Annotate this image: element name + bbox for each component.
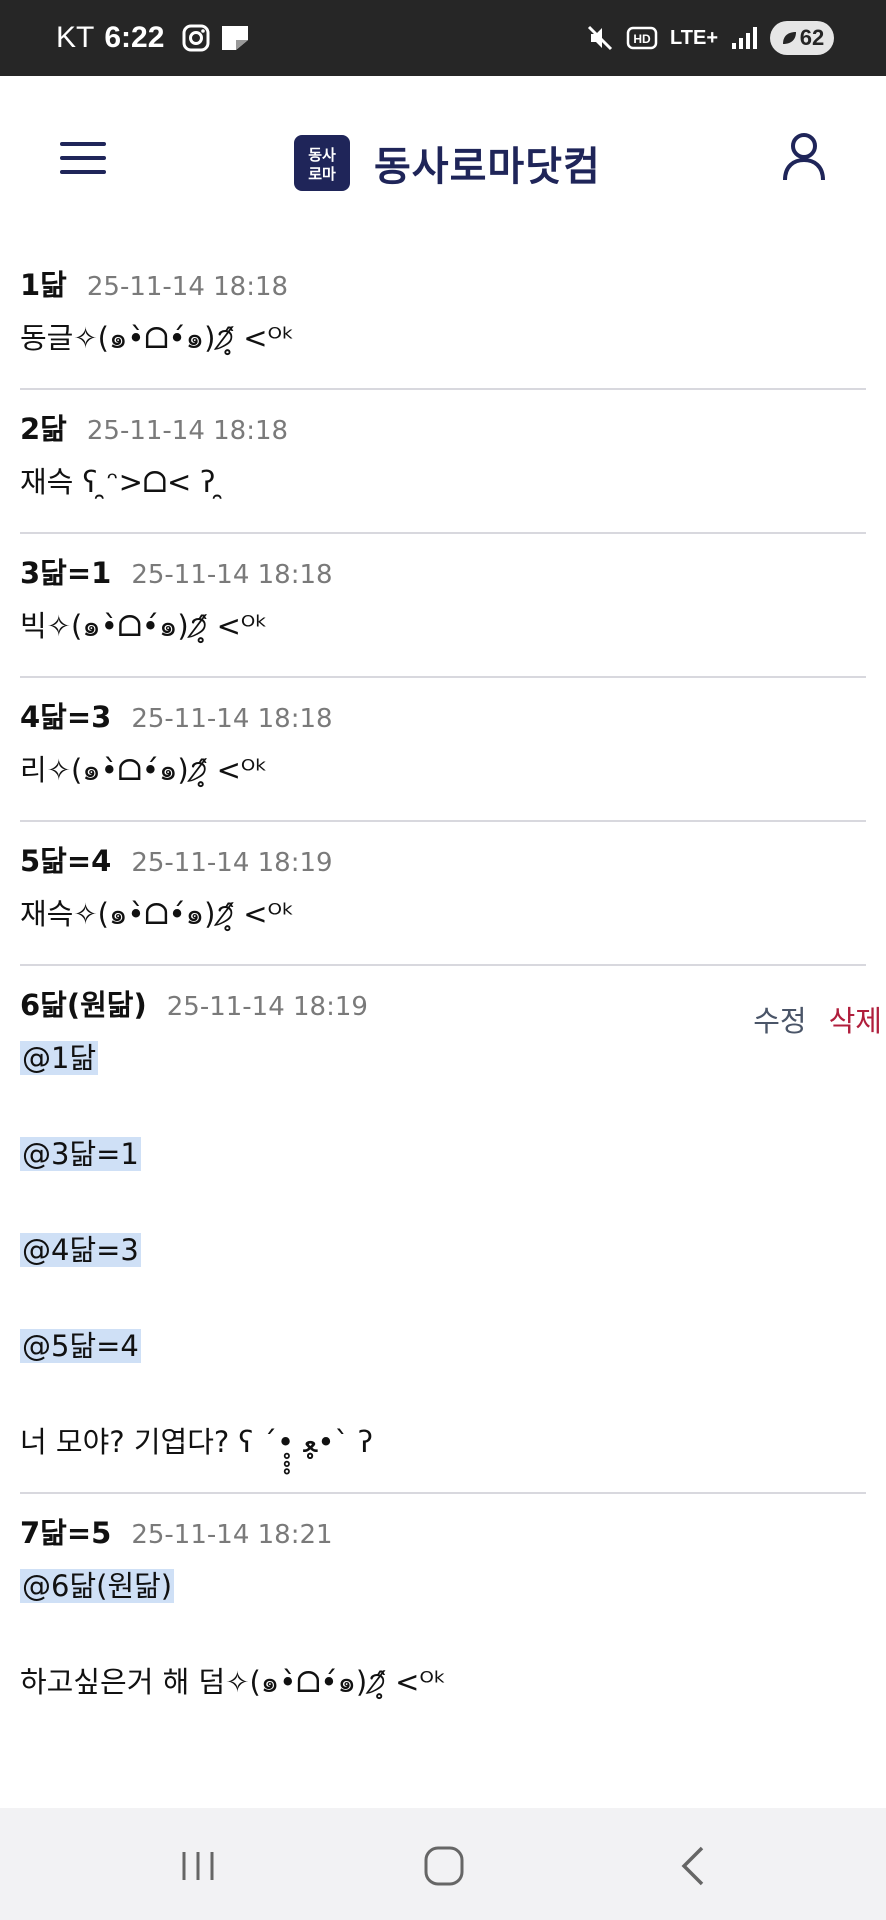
mention-link[interactable]: @5닮=4 [20,1329,141,1363]
comment-item: 2닮 25-11-14 18:18 재슥 ʕ ̯ᵔ>ᗝ< ʔ ̯ [0,390,886,532]
status-left: KT 6:22 [56,0,250,76]
comment-body: 리✧(๑•̀ᗝ•́๑)੭̸̥̂ <ᴼᵏ [20,750,866,820]
edit-button[interactable]: 수정 [753,998,806,1040]
comment-text: 하고싶은거 해 덤✧(๑•̀ᗝ•́๑)੭̸̥̂ <ᴼᵏ [20,1665,447,1699]
app-header: 동사 로마 동사로마닷컴 [0,76,886,246]
home-icon[interactable] [414,1844,474,1888]
mention-link[interactable]: @1닮 [20,1041,99,1075]
mute-icon [586,24,614,52]
brand-home-link[interactable]: 동사 로마 동사로마닷컴 [294,134,601,192]
leaf-icon [782,32,796,44]
status-right: HD LTE+ 62 [586,0,834,76]
hamburger-icon[interactable] [60,142,106,182]
comment-item: 1닮 25-11-14 18:18 동글✧(๑•̀ᗝ•́๑)੭̸̥̂ <ᴼᵏ [0,246,886,388]
comment-item: 4닮=3 25-11-14 18:18 리✧(๑•̀ᗝ•́๑)੭̸̥̂ <ᴼᵏ [0,678,886,820]
comment-author[interactable]: 3닮=1 [20,550,111,592]
battery-level: 62 [799,25,825,50]
comment-author[interactable]: 1닮 [20,262,67,304]
comment-body: 빅✧(๑•̀ᗝ•́๑)੭̸̥̂ <ᴼᵏ [20,606,866,676]
user-icon[interactable] [782,132,826,182]
comment-body: 재슥 ʕ ̯ᵔ>ᗝ< ʔ ̯ [20,462,866,532]
comment-item: 7닮=5 25-11-14 18:21 @6닮(원닮) 하고싶은거 해 덤✧(๑… [0,1494,886,1732]
hd-label: HD [633,32,651,46]
comment-author[interactable]: 6닮(원닮) [20,982,147,1024]
battery-indicator: 62 [770,21,834,55]
comment-author[interactable]: 7닮=5 [20,1510,111,1552]
comment-text: 빅✧(๑•̀ᗝ•́๑)੭̸̥̂ <ᴼᵏ [20,609,268,643]
comment-body: @1닮 @3닮=1 @4닮=3 @5닮=4 너 모야? 기엽다? ʕ ´•̥̥̥… [20,1038,866,1492]
comment-text: 동글✧(๑•̀ᗝ•́๑)੭̸̥̂ <ᴼᵏ [20,321,295,355]
signal-icon [730,25,758,51]
comment-time: 25-11-14 18:18 [131,560,333,590]
comment-author[interactable]: 4닮=3 [20,694,111,736]
delete-button[interactable]: 삭제 [829,998,882,1040]
system-nav-bar [0,1808,886,1920]
mention-link[interactable]: @3닮=1 [20,1137,141,1171]
comment-author[interactable]: 2닮 [20,406,67,448]
comment-time: 25-11-14 18:21 [131,1520,333,1550]
comment-time: 25-11-14 18:18 [131,704,333,734]
comment-body: 동글✧(๑•̀ᗝ•́๑)੭̸̥̂ <ᴼᵏ [20,318,866,388]
mention-link[interactable]: @6닮(원닮) [20,1569,175,1603]
comment-time: 25-11-14 18:19 [166,992,368,1022]
network-label: LTE+ [670,27,718,49]
comment-body: @6닮(원닮) 하고싶은거 해 덤✧(๑•̀ᗝ•́๑)੭̸̥̂ <ᴼᵏ [20,1566,866,1732]
comment-item: 5닮=4 25-11-14 18:19 재슥✧(๑•̀ᗝ•́๑)੭̸̥̂ <ᴼᵏ [0,822,886,964]
logo-text-top: 동사 [308,146,336,164]
comment-text: 리✧(๑•̀ᗝ•́๑)੭̸̥̂ <ᴼᵏ [20,753,268,787]
note-icon [220,24,250,52]
brand-name: 동사로마닷컴 [374,144,601,190]
brand-logo: 동사 로마 [294,135,350,191]
comment-text: 재슥 ʕ ̯ᵔ>ᗝ< ʔ ̯ [20,465,225,499]
comment-time: 25-11-14 18:18 [86,416,289,446]
comment-actions: 수정 삭제 [753,998,882,1040]
instagram-icon [182,24,210,52]
comment-body: 재슥✧(๑•̀ᗝ•́๑)੭̸̥̂ <ᴼᵏ [20,894,866,964]
logo-text-bottom: 로마 [308,165,336,183]
back-icon[interactable] [664,1844,724,1888]
hd-icon: HD [626,25,658,51]
comment-author[interactable]: 5닮=4 [20,838,111,880]
clock: 6:22 [104,21,165,54]
comment-list: 1닮 25-11-14 18:18 동글✧(๑•̀ᗝ•́๑)੭̸̥̂ <ᴼᵏ 2… [0,246,886,1732]
recent-apps-icon[interactable] [168,1844,228,1888]
mention-link[interactable]: @4닮=3 [20,1233,141,1267]
status-bar: KT 6:22 HD LTE+ 62 [0,0,886,76]
comment-text: 재슥✧(๑•̀ᗝ•́๑)੭̸̥̂ <ᴼᵏ [20,897,295,931]
comment-text: 너 모야? 기엽다? ʕ ´•̥̥̥ ﻌ•̥̥̥` ʔ [20,1425,373,1459]
carrier-label: KT [56,21,95,54]
comment-item-own: 6닮(원닮) 25-11-14 18:19 수정 삭제 @1닮 @3닮=1 @4… [0,966,886,1492]
comment-time: 25-11-14 18:19 [131,848,333,878]
comment-item: 3닮=1 25-11-14 18:18 빅✧(๑•̀ᗝ•́๑)੭̸̥̂ <ᴼᵏ [0,534,886,676]
comment-time: 25-11-14 18:18 [86,272,289,302]
